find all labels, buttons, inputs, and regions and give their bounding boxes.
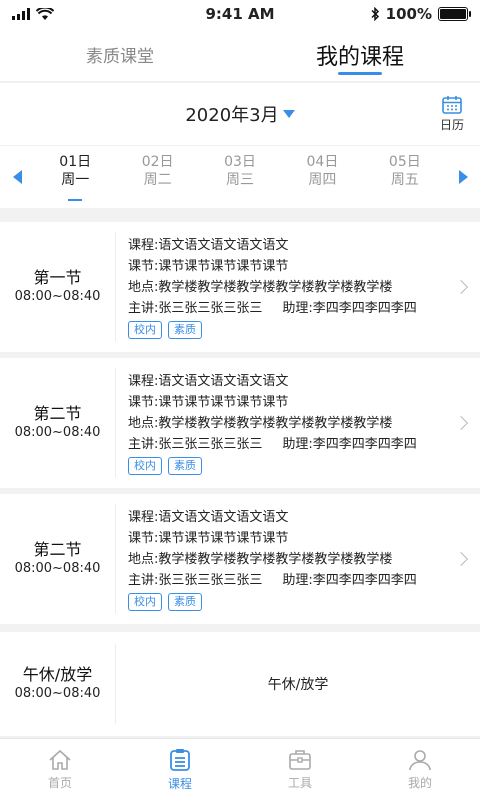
bottom-tabbar: 首页 课程 工具 我的 <box>0 738 480 800</box>
course-place: 地点:教学楼教学楼教学楼教学楼教学楼教学楼 <box>128 280 393 295</box>
prev-week-button[interactable] <box>0 146 34 208</box>
day-item[interactable]: 01日周一 <box>34 153 116 201</box>
day-weekday: 周四 <box>308 172 337 188</box>
course-card[interactable]: 第二节 08:00~08:40 课程:语文语文语文语文语文 课节:课节课节课节课节… <box>0 358 480 488</box>
tab-label: 素质课堂 <box>86 47 154 67</box>
course-place: 地点:教学楼教学楼教学楼教学楼教学楼教学楼 <box>128 416 393 431</box>
tag-badge: 校内 <box>128 321 162 339</box>
day-weekday: 周五 <box>390 172 419 188</box>
tabbar-item-tools[interactable]: 工具 <box>240 739 360 800</box>
course-name: 课程:语文语文语文语文语文 <box>128 238 289 253</box>
tab-label: 我的课程 <box>315 44 404 70</box>
month-selector[interactable]: 2020年3月 <box>185 101 295 127</box>
course-section: 课节:课节课节课节课节课节 <box>128 259 289 274</box>
course-list: 第一节 08:00~08:40 课程:语文语文语文语文语文 课节:课节课节课节课节… <box>0 222 480 630</box>
course-assistant: 助理:李四李四李四李四 <box>282 301 417 316</box>
signal-icon <box>12 8 30 20</box>
day-date: 02日 <box>141 154 174 170</box>
tabbar-item-mine[interactable]: 我的 <box>360 739 480 800</box>
day-strip: 01日周一 02日周二 03日周三 04日周四 05日周五 <box>0 146 480 208</box>
bluetooth-icon <box>371 7 379 21</box>
calendar-label: 日历 <box>439 118 464 132</box>
top-tabs: 素质课堂 我的课程 <box>0 28 480 82</box>
day-weekday: 周二 <box>143 172 172 188</box>
month-bar: 2020年3月 日历 <box>0 83 480 145</box>
calendar-button[interactable]: 日历 <box>440 95 464 133</box>
calendar-icon <box>442 96 462 114</box>
day-date: 01日 <box>59 154 92 170</box>
tag-badge: 素质 <box>168 457 202 475</box>
tabbar-label: 首页 <box>47 775 72 790</box>
day-weekday: 周三 <box>226 172 255 188</box>
toolbox-icon <box>289 749 311 770</box>
period-time: 08:00~08:40 <box>14 289 101 304</box>
wifi-icon <box>36 7 54 20</box>
month-label: 2020年3月 <box>185 105 279 126</box>
tab-quality-class[interactable]: 素质课堂 <box>0 28 240 81</box>
tab-my-courses[interactable]: 我的课程 <box>240 28 480 81</box>
tag-badge: 校内 <box>128 593 162 611</box>
user-icon <box>409 749 431 770</box>
arrow-right-icon <box>458 170 468 184</box>
course-section: 课节:课节课节课节课节课节 <box>128 531 289 546</box>
course-icon <box>170 748 190 771</box>
tabbar-item-home[interactable]: 首页 <box>0 739 120 800</box>
day-item[interactable]: 03日周三 <box>199 153 281 201</box>
course-teacher: 主讲:张三张三张三张三 <box>128 301 263 316</box>
course-teacher: 主讲:张三张三张三张三 <box>128 573 263 588</box>
period-name: 第一节 <box>33 268 82 287</box>
tag-badge: 校内 <box>128 457 162 475</box>
tag-badge: 素质 <box>168 593 202 611</box>
period-time: 08:00~08:40 <box>14 425 101 440</box>
tabbar-label: 课程 <box>167 776 192 791</box>
course-card[interactable]: 第一节 08:00~08:40 课程:语文语文语文语文语文 课节:课节课节课节课节… <box>0 222 480 352</box>
day-item[interactable]: 02日周二 <box>116 153 198 201</box>
tabbar-item-course[interactable]: 课程 <box>120 739 240 800</box>
battery-percent: 100% <box>385 5 432 23</box>
period-name: 第二节 <box>33 540 82 559</box>
tag-badge: 素质 <box>168 321 202 339</box>
tabbar-label: 我的 <box>407 775 432 790</box>
caret-down-icon <box>282 110 295 118</box>
day-item[interactable]: 05日周五 <box>364 153 446 201</box>
home-icon <box>49 749 71 770</box>
period-name: 第二节 <box>33 404 82 423</box>
day-weekday: 周一 <box>61 172 90 188</box>
course-assistant: 助理:李四李四李四李四 <box>282 573 417 588</box>
period-time: 08:00~08:40 <box>14 686 101 701</box>
course-card[interactable]: 第二节 08:00~08:40 课程:语文语文语文语文语文 课节:课节课节课节课节… <box>0 494 480 624</box>
lunch-row: 午休/放学 08:00~08:40 午休/放学 <box>0 632 480 736</box>
status-bar: 9:41 AM 100% <box>0 0 480 28</box>
day-date: 05日 <box>388 154 421 170</box>
day-item[interactable]: 04日周四 <box>281 153 363 201</box>
day-date: 03日 <box>224 154 256 170</box>
arrow-left-icon <box>12 170 22 184</box>
lunch-text: 午休/放学 <box>267 677 329 693</box>
battery-icon <box>438 7 471 21</box>
course-teacher: 主讲:张三张三张三张三 <box>128 437 263 452</box>
next-week-button[interactable] <box>446 146 480 208</box>
day-date: 04日 <box>306 154 339 170</box>
course-assistant: 助理:李四李四李四李四 <box>282 437 417 452</box>
tabbar-label: 工具 <box>287 775 312 790</box>
course-name: 课程:语文语文语文语文语文 <box>128 374 289 389</box>
course-section: 课节:课节课节课节课节课节 <box>128 395 289 410</box>
period-time: 08:00~08:40 <box>14 561 101 576</box>
course-name: 课程:语文语文语文语文语文 <box>128 510 289 525</box>
period-name: 午休/放学 <box>22 665 93 684</box>
course-place: 地点:教学楼教学楼教学楼教学楼教学楼教学楼 <box>128 552 393 567</box>
